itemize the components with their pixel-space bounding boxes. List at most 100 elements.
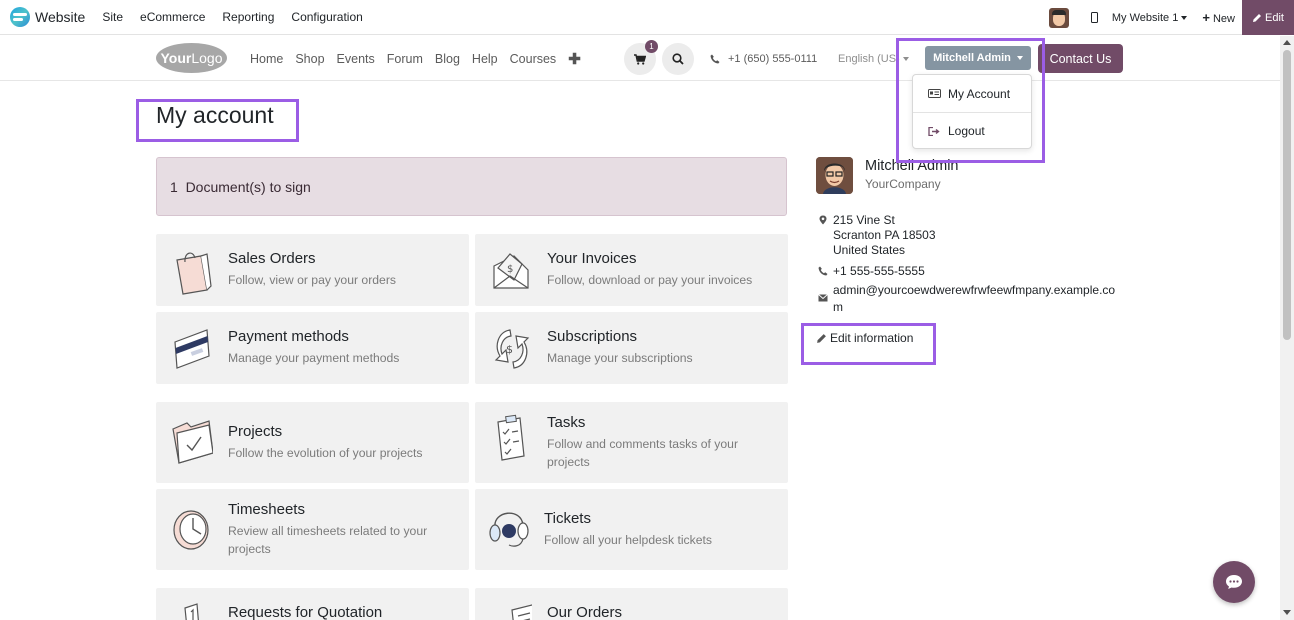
caret-down-icon — [902, 56, 909, 61]
edit-label: Edit — [1265, 11, 1284, 24]
caret-down-icon — [1016, 56, 1023, 60]
id-card-icon — [928, 89, 941, 98]
pencil-icon — [1253, 13, 1262, 22]
nav-courses[interactable]: Courses — [510, 52, 557, 66]
shopping-bag-icon — [176, 252, 212, 295]
site-header: Your Logo Home Shop Events Forum Blog Hel… — [0, 36, 1280, 81]
logout-icon — [928, 126, 940, 136]
nav-forum[interactable]: Forum — [387, 52, 423, 66]
user-menu-label: Mitchell Admin — [933, 52, 1011, 64]
headset-icon — [489, 512, 529, 547]
card-subtitle: Manage your payment methods — [228, 351, 400, 365]
language-label: English (US) — [838, 52, 900, 65]
orders-document-icon — [511, 604, 532, 620]
pencil-icon — [817, 333, 826, 343]
scroll-down-arrow-icon[interactable] — [1283, 610, 1291, 615]
card-title: Our Orders — [547, 604, 623, 620]
card-requests-for-quotation[interactable]: Requests for Quotation — [156, 588, 469, 620]
card-sales-orders[interactable]: Sales Orders Follow, view or pay your or… — [156, 234, 469, 306]
clock-icon — [173, 510, 209, 550]
nav-home[interactable]: Home — [250, 52, 283, 66]
card-title: Your Invoices — [547, 250, 637, 267]
envelope-icon — [818, 294, 828, 302]
svg-text:$: $ — [506, 343, 513, 356]
address-line-1: 215 Vine St — [833, 213, 895, 227]
admin-bar: Website Site eCommerce Reporting Configu… — [0, 0, 1294, 35]
card-title: Tickets — [544, 510, 591, 527]
card-title: Requests for Quotation — [228, 604, 383, 620]
card-subtitle: Follow all your helpdesk tickets — [544, 533, 712, 547]
admin-menu-ecommerce[interactable]: eCommerce — [140, 10, 205, 24]
card-title: Payment methods — [228, 328, 349, 345]
subscription-cycle-icon: $ — [494, 329, 530, 369]
phone-icon — [710, 54, 720, 63]
admin-menu-site[interactable]: Site — [102, 10, 123, 24]
contact-us-button[interactable]: Contact Us — [1038, 44, 1123, 73]
documents-to-sign-alert[interactable]: 1 Document(s) to sign — [156, 157, 787, 216]
site-selector[interactable]: My Website 1 — [1111, 11, 1188, 24]
card-title: Sales Orders — [228, 250, 316, 267]
dropdown-logout[interactable]: Logout — [913, 112, 1031, 149]
map-marker-icon — [819, 215, 827, 225]
language-selector[interactable]: English (US) — [838, 36, 909, 81]
cart-icon — [634, 53, 646, 65]
project-folder-icon — [172, 420, 213, 464]
scroll-up-arrow-icon[interactable] — [1283, 40, 1291, 45]
mobile-preview-icon[interactable] — [1090, 12, 1098, 23]
scrollbar-thumb[interactable] — [1283, 50, 1291, 340]
card-subtitle: Follow, view or pay your orders — [228, 273, 396, 287]
site-logo[interactable]: Your Logo — [156, 43, 227, 73]
page-scrollbar[interactable] — [1280, 36, 1294, 620]
dropdown-my-account[interactable]: My Account — [913, 75, 1031, 112]
logo-text-logo: Logo — [191, 50, 223, 66]
card-your-invoices[interactable]: $ Your Invoices Follow, download or pay … — [475, 234, 788, 306]
admin-menu-configuration[interactable]: Configuration — [291, 10, 362, 24]
nav-shop[interactable]: Shop — [295, 52, 324, 66]
address-line-2: Scranton PA 18503 — [833, 228, 936, 242]
edit-information-link[interactable]: Edit information — [816, 331, 913, 345]
card-title: Timesheets — [228, 501, 305, 518]
card-subscriptions[interactable]: $ Subscriptions Manage your subscription… — [475, 312, 788, 384]
cart-count-badge: 1 — [645, 40, 658, 53]
dropdown-logout-label: Logout — [948, 124, 985, 138]
card-subtitle: Follow, download or pay your invoices — [547, 273, 753, 287]
quotation-document-icon — [184, 603, 199, 620]
main-nav: Home Shop Events Forum Blog Help Courses… — [250, 36, 593, 81]
profile-company: YourCompany — [865, 177, 941, 191]
nav-events[interactable]: Events — [337, 52, 375, 66]
site-selector-label: My Website 1 — [1111, 11, 1179, 24]
card-our-orders[interactable]: Our Orders — [475, 588, 788, 620]
plus-icon: + — [1202, 10, 1210, 25]
header-phone-link[interactable]: +1 (650) 555-0111 — [710, 36, 817, 81]
edit-button[interactable]: Edit — [1242, 0, 1294, 35]
card-tasks[interactable]: Tasks Follow and comments tasks of your … — [475, 402, 788, 483]
admin-menu-reporting[interactable]: Reporting — [222, 10, 274, 24]
profile-email-line-2: m — [833, 300, 843, 314]
card-projects[interactable]: Projects Follow the evolution of your pr… — [156, 402, 469, 483]
user-menu-button[interactable]: Mitchell Admin — [925, 46, 1031, 70]
profile-name: Mitchell Admin — [865, 158, 959, 174]
profile-avatar — [816, 157, 853, 194]
nav-help[interactable]: Help — [472, 52, 498, 66]
live-chat-button[interactable] — [1213, 561, 1255, 603]
card-title: Projects — [228, 423, 283, 440]
card-timesheets[interactable]: Timesheets Review all timesheets related… — [156, 489, 469, 570]
chat-icon — [1226, 575, 1242, 589]
new-button[interactable]: + New — [1202, 10, 1235, 25]
card-title: Subscriptions — [547, 328, 638, 345]
add-menu-plus-icon[interactable]: ✚ — [568, 50, 581, 68]
search-button[interactable] — [662, 43, 694, 75]
card-tickets[interactable]: Tickets Follow all your helpdesk tickets — [475, 489, 788, 570]
website-logo-icon — [10, 7, 30, 27]
address-line-3: United States — [833, 243, 906, 257]
card-subtitle: Follow the evolution of your projects — [228, 446, 423, 460]
profile-phone: +1 555-555-5555 — [833, 264, 925, 278]
svg-text:$: $ — [507, 264, 513, 275]
card-payment-methods[interactable]: Payment methods Manage your payment meth… — [156, 312, 469, 384]
admin-bar-right: My Website 1 + New Edit — [1048, 0, 1294, 35]
admin-home-link[interactable]: Website — [10, 7, 85, 27]
card-title: Tasks — [547, 414, 586, 431]
card-subtitle: Review all timesheets related to your pr… — [228, 524, 428, 556]
admin-avatar[interactable] — [1048, 7, 1069, 28]
nav-blog[interactable]: Blog — [435, 52, 460, 66]
